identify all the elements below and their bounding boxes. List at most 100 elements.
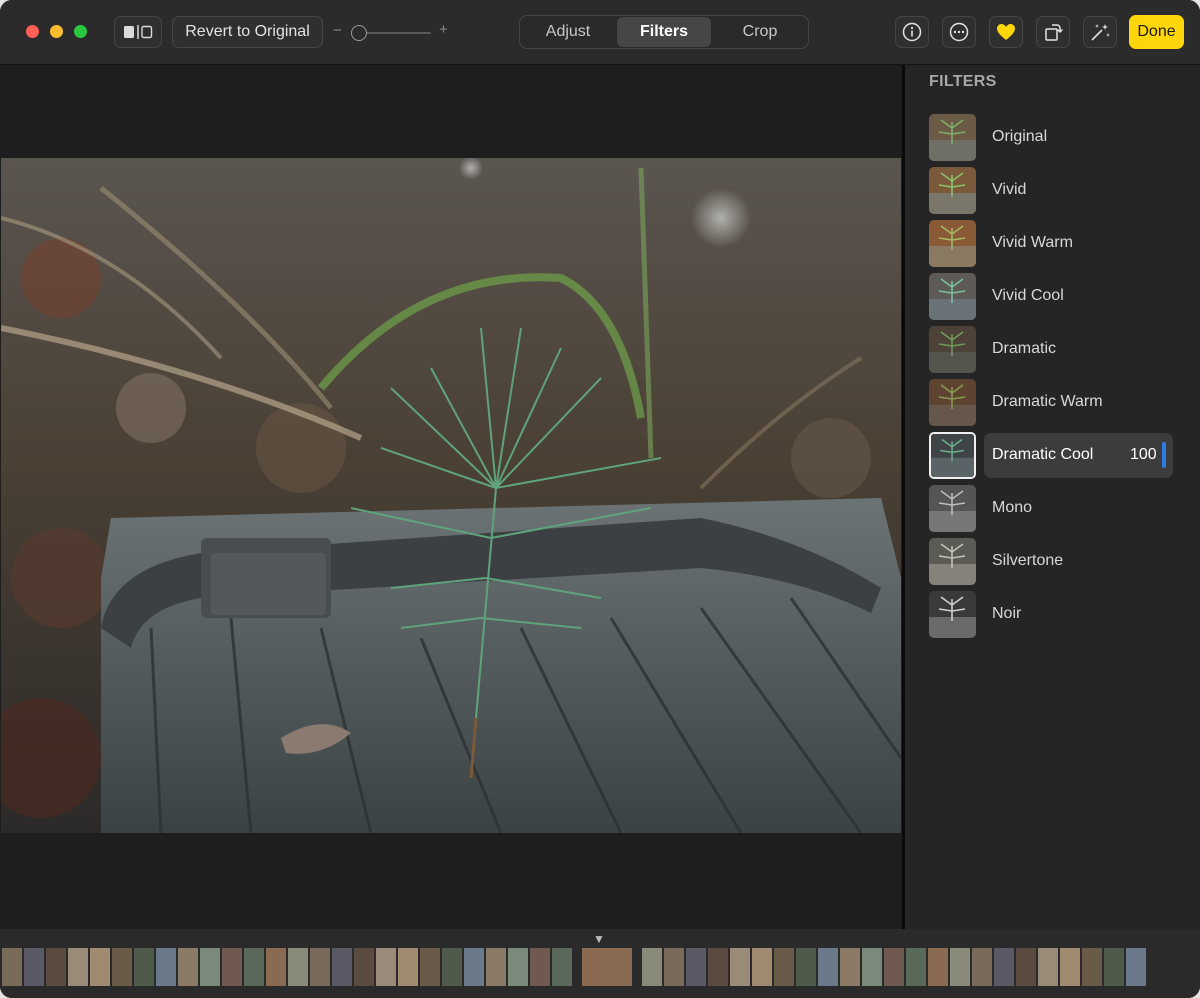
- filmstrip-thumbnail[interactable]: [730, 948, 750, 986]
- filmstrip-thumbnail[interactable]: [1038, 948, 1058, 986]
- filmstrip-thumbnail[interactable]: [686, 948, 706, 986]
- seedling-photo-image: [1, 158, 901, 833]
- filter-label: Original: [992, 128, 1048, 145]
- filmstrip-thumbnail[interactable]: [994, 948, 1014, 986]
- filmstrip-thumbnail[interactable]: [354, 948, 374, 986]
- thumbnail-image: [929, 273, 976, 320]
- filmstrip-thumbnail[interactable]: [752, 948, 772, 986]
- filter-silvertone[interactable]: Silvertone: [929, 536, 1189, 589]
- zoom-out-icon[interactable]: −: [333, 22, 342, 39]
- photo-canvas: [0, 65, 903, 929]
- filmstrip-thumbnail[interactable]: [398, 948, 418, 986]
- filters-title: FILTERS: [929, 73, 997, 90]
- filter-dramatic-cool[interactable]: Dramatic Cool 100: [929, 430, 1189, 483]
- tab-filters[interactable]: Filters: [617, 17, 711, 47]
- tab-crop[interactable]: Crop: [713, 17, 807, 47]
- more-button[interactable]: [942, 16, 976, 48]
- filter-dramatic-warm[interactable]: Dramatic Warm: [929, 377, 1189, 430]
- filmstrip-thumbnail[interactable]: [90, 948, 110, 986]
- auto-enhance-button[interactable]: [1083, 16, 1117, 48]
- filmstrip-thumbnail[interactable]: [774, 948, 794, 986]
- filter-thumbnail[interactable]: [929, 114, 976, 161]
- filter-thumbnail[interactable]: [929, 220, 976, 267]
- filmstrip-thumbnail[interactable]: [464, 948, 484, 986]
- filmstrip-thumbnail[interactable]: [288, 948, 308, 986]
- filter-thumbnail[interactable]: [929, 167, 976, 214]
- filmstrip-thumbnail[interactable]: [950, 948, 970, 986]
- filmstrip-thumbnail[interactable]: [178, 948, 198, 986]
- compare-before-after-button[interactable]: [114, 16, 162, 48]
- zoom-in-icon[interactable]: +: [439, 21, 448, 38]
- filter-thumbnail[interactable]: [929, 485, 976, 532]
- close-window-button[interactable]: [26, 25, 39, 38]
- filmstrip-thumbnail[interactable]: [552, 948, 572, 986]
- filmstrip-thumbnail[interactable]: [1082, 948, 1102, 986]
- filmstrip-thumbnail[interactable]: [310, 948, 330, 986]
- info-button[interactable]: [895, 16, 929, 48]
- filter-original[interactable]: Original: [929, 112, 1189, 165]
- filmstrip-thumbnail[interactable]: [582, 948, 632, 986]
- filmstrip-thumbnails: [2, 948, 1146, 986]
- zoom-window-button[interactable]: [74, 25, 87, 38]
- filmstrip-thumbnail[interactable]: [68, 948, 88, 986]
- filmstrip-thumbnail[interactable]: [486, 948, 506, 986]
- filmstrip-thumbnail[interactable]: [332, 948, 352, 986]
- filmstrip-thumbnail[interactable]: [906, 948, 926, 986]
- revert-to-original-button[interactable]: Revert to Original: [172, 16, 323, 48]
- filmstrip-thumbnail[interactable]: [46, 948, 66, 986]
- rotate-button[interactable]: [1036, 16, 1070, 48]
- filter-thumbnail[interactable]: [929, 432, 976, 479]
- filter-thumbnail[interactable]: [929, 326, 976, 373]
- filmstrip-thumbnail[interactable]: [376, 948, 396, 986]
- filter-label: Vivid: [992, 181, 1027, 198]
- filter-noir[interactable]: Noir: [929, 589, 1189, 642]
- filmstrip-thumbnail[interactable]: [156, 948, 176, 986]
- filter-vivid-cool[interactable]: Vivid Cool: [929, 271, 1189, 324]
- filmstrip-thumbnail[interactable]: [928, 948, 948, 986]
- minimize-window-button[interactable]: [50, 25, 63, 38]
- filmstrip-thumbnail[interactable]: [1016, 948, 1036, 986]
- done-button[interactable]: Done: [1129, 15, 1184, 49]
- filmstrip-thumbnail[interactable]: [244, 948, 264, 986]
- filmstrip-thumbnail[interactable]: [420, 948, 440, 986]
- filmstrip-thumbnail[interactable]: [2, 948, 22, 986]
- favorite-button[interactable]: [989, 16, 1023, 48]
- filmstrip-thumbnail[interactable]: [708, 948, 728, 986]
- filmstrip-thumbnail[interactable]: [442, 948, 462, 986]
- edited-photo[interactable]: [1, 158, 901, 833]
- filmstrip-thumbnail[interactable]: [266, 948, 286, 986]
- filmstrip-thumbnail[interactable]: [1126, 948, 1146, 986]
- filmstrip-thumbnail[interactable]: [818, 948, 838, 986]
- filmstrip-thumbnail[interactable]: [200, 948, 220, 986]
- thumbnail-image: [929, 538, 976, 585]
- zoom-slider-knob[interactable]: [351, 25, 367, 41]
- filter-label: Silvertone: [992, 552, 1064, 569]
- filter-thumbnail[interactable]: [929, 379, 976, 426]
- filmstrip-thumbnail[interactable]: [840, 948, 860, 986]
- thumbnail-image: [929, 114, 976, 161]
- filter-vivid[interactable]: Vivid: [929, 165, 1189, 218]
- filter-dramatic[interactable]: Dramatic: [929, 324, 1189, 377]
- filmstrip-thumbnail[interactable]: [222, 948, 242, 986]
- filmstrip-thumbnail[interactable]: [508, 948, 528, 986]
- filter-vivid-warm[interactable]: Vivid Warm: [929, 218, 1189, 271]
- filter-thumbnail[interactable]: [929, 591, 976, 638]
- filmstrip-thumbnail[interactable]: [1104, 948, 1124, 986]
- filmstrip-thumbnail[interactable]: [664, 948, 684, 986]
- filmstrip-thumbnail[interactable]: [134, 948, 154, 986]
- filmstrip-thumbnail[interactable]: [796, 948, 816, 986]
- tab-adjust[interactable]: Adjust: [521, 17, 615, 47]
- filmstrip-thumbnail[interactable]: [884, 948, 904, 986]
- filmstrip-thumbnail[interactable]: [642, 948, 662, 986]
- filter-thumbnail[interactable]: [929, 538, 976, 585]
- zoom-slider[interactable]: − +: [333, 21, 453, 42]
- filter-label: Dramatic Cool: [992, 446, 1094, 463]
- filmstrip-thumbnail[interactable]: [530, 948, 550, 986]
- filmstrip-thumbnail[interactable]: [24, 948, 44, 986]
- filmstrip-thumbnail[interactable]: [1060, 948, 1080, 986]
- filter-thumbnail[interactable]: [929, 273, 976, 320]
- filmstrip-thumbnail[interactable]: [972, 948, 992, 986]
- filmstrip-thumbnail[interactable]: [112, 948, 132, 986]
- filmstrip-thumbnail[interactable]: [862, 948, 882, 986]
- filter-mono[interactable]: Mono: [929, 483, 1189, 536]
